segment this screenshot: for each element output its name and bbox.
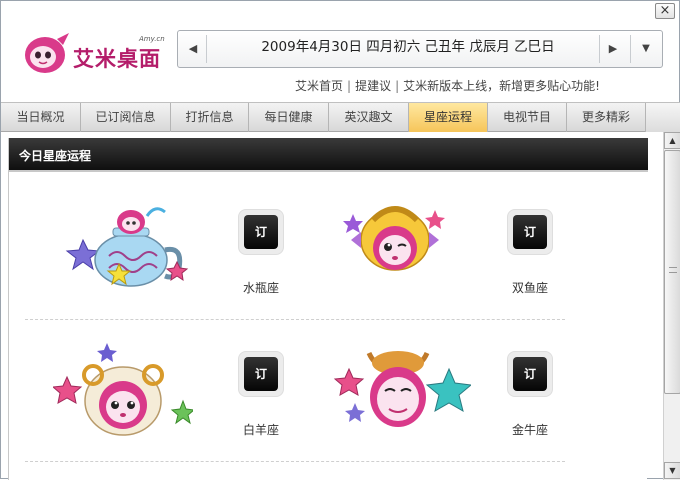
tab-bar: 当日概况 已订阅信息 打折信息 每日健康 英汉趣文 星座运程 电视节目 更多精彩 (1, 102, 680, 132)
subscribe-label: 订 (244, 357, 278, 391)
sign-name-aquarius: 水瓶座 (242, 281, 279, 295)
taurus-icon (333, 351, 471, 427)
tab-health[interactable]: 每日健康 (249, 103, 329, 132)
scroll-thumb[interactable] (664, 150, 680, 394)
link-news[interactable]: 艾米新版本上线，新增更多贴心功能! (403, 79, 600, 93)
tab-discounts[interactable]: 打折信息 (171, 103, 249, 132)
vertical-scrollbar[interactable]: ▲ ▼ (663, 132, 680, 480)
pisces-icon (343, 206, 445, 271)
separator: | (395, 79, 400, 93)
row-divider (25, 461, 565, 462)
next-day-icon[interactable]: ▶ (606, 42, 620, 56)
tab-overview[interactable]: 当日概况 (1, 103, 81, 132)
subscribe-label: 订 (513, 357, 547, 391)
scroll-down-icon[interactable]: ▼ (664, 462, 680, 479)
amy-mascot-icon (25, 33, 69, 73)
aries-icon (53, 343, 193, 436)
tab-tv[interactable]: 电视节目 (488, 103, 567, 132)
subscribe-label: 订 (513, 215, 547, 249)
panel-header: 今日星座运程 (9, 138, 648, 172)
date-bar: ◀ 2009年4月30日 四月初六 己丑年 戊辰月 乙巳日 ▶ ▼ (177, 30, 663, 68)
divider (206, 35, 207, 63)
logo[interactable]: 艾米桌面 Amy.cn (21, 29, 171, 77)
chevron-down-icon[interactable]: ▼ (638, 42, 654, 56)
app-window: × 艾米桌面 Amy.cn ◀ 2009年4月30日 四月初六 己丑年 戊辰月 … (0, 0, 680, 480)
tab-subscribed[interactable]: 已订阅信息 (81, 103, 171, 132)
divider (599, 35, 600, 63)
tab-more[interactable]: 更多精彩 (567, 103, 646, 132)
top-links: 艾米首页 | 提建议 | 艾米新版本上线，新增更多贴心功能! (295, 77, 600, 94)
tab-english[interactable]: 英汉趣文 (329, 103, 409, 132)
separator: | (347, 79, 352, 93)
panel-title: 今日星座运程 (19, 149, 92, 163)
subscribe-pisces-button[interactable]: 订 (507, 209, 553, 255)
aquarius-icon (65, 207, 189, 287)
tab-horoscope[interactable]: 星座运程 (409, 103, 488, 132)
date-display: 2009年4月30日 四月初六 己丑年 戊辰月 乙巳日 (261, 39, 555, 55)
divider (630, 35, 631, 63)
close-button[interactable]: × (655, 3, 675, 19)
sign-name-pisces: 双鱼座 (511, 281, 548, 295)
row-divider (25, 319, 565, 320)
sign-name-taurus: 金牛座 (511, 423, 548, 437)
link-home[interactable]: 艾米首页 (295, 79, 343, 93)
sign-name-aries: 白羊座 (242, 423, 279, 437)
grip-icon (669, 267, 677, 273)
subscribe-label: 订 (244, 215, 278, 249)
subscribe-aries-button[interactable]: 订 (238, 351, 284, 397)
tab-bar-filler (646, 103, 680, 132)
link-suggest[interactable]: 提建议 (355, 79, 391, 93)
subscribe-aquarius-button[interactable]: 订 (238, 209, 284, 255)
prev-day-icon[interactable]: ◀ (186, 42, 200, 56)
logo-domain: Amy.cn (139, 35, 165, 43)
scroll-up-icon[interactable]: ▲ (664, 132, 680, 149)
subscribe-taurus-button[interactable]: 订 (507, 351, 553, 397)
logo-text: 艾米桌面 (73, 47, 161, 71)
